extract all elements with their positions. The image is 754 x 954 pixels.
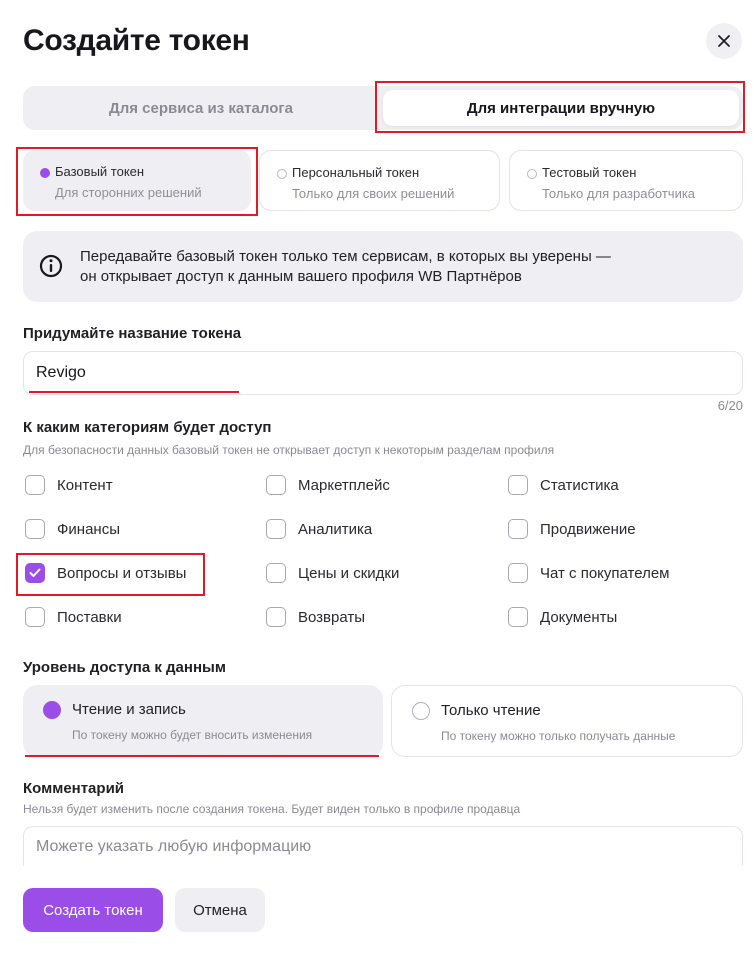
token-type-basic[interactable]: Базовый токен Для сторонних решений [23,150,251,211]
category-supplies[interactable]: Поставки [25,607,122,627]
category-questions-reviews[interactable]: Вопросы и отзывы [25,563,186,583]
category-statistics[interactable]: Статистика [508,475,619,495]
categories-label: К каким категориям будет доступ [23,419,272,436]
close-icon [718,35,730,47]
checkbox[interactable] [508,475,528,495]
tab-manual-integration[interactable]: Для интеграции вручную [383,90,739,126]
checkbox[interactable] [25,519,45,539]
scroll-fade [0,862,754,874]
checkbox[interactable] [266,519,286,539]
category-prices-discounts[interactable]: Цены и скидки [266,563,399,583]
token-type-title: Персональный токен [292,165,420,180]
token-name-label: Придумайте название токена [23,325,242,342]
radio-dot [527,169,537,179]
category-analytics[interactable]: Аналитика [266,519,372,539]
access-read-only[interactable]: Только чтение По токену можно только пол… [391,685,743,757]
access-level-label: Уровень доступа к данным [23,659,226,676]
category-marketplace[interactable]: Маркетплейс [266,475,390,495]
tab-catalog-service[interactable]: Для сервиса из каталога [27,90,375,126]
checkbox[interactable] [266,475,286,495]
token-type-subtitle: Для сторонних решений [55,185,202,200]
radio-dot-selected [40,168,50,178]
category-finance[interactable]: Финансы [25,519,120,539]
category-content[interactable]: Контент [25,475,113,495]
create-token-button[interactable]: Создать токен [23,888,163,932]
info-icon [39,254,63,278]
info-line-1: Передавайте базовый токен только тем сер… [80,248,611,265]
dialog-title: Создайте токен [23,24,250,57]
token-type-title: Базовый токен [55,164,145,179]
checkbox-label: Статистика [540,476,619,494]
token-type-title: Тестовый токен [542,165,637,180]
checkbox-label: Финансы [57,520,120,538]
token-type-subtitle: Только для своих решений [292,186,455,201]
checkbox[interactable] [266,563,286,583]
access-read-write[interactable]: Чтение и запись По токену можно будет вн… [23,685,383,757]
info-banner-text: Передавайте базовый токен только тем сер… [80,247,720,287]
access-option-title: Только чтение [441,702,541,719]
access-option-subtitle: По токену можно только получать данные [441,729,676,743]
categories-hint: Для безопасности данных базовый токен не… [23,443,555,457]
checkbox[interactable] [25,607,45,627]
access-option-subtitle: По токену можно будет вносить изменения [72,728,313,742]
checkbox-label: Вопросы и отзывы [57,564,187,582]
checkbox-label: Аналитика [298,520,373,538]
checkbox-label: Цены и скидки [298,564,400,582]
checkbox[interactable] [508,519,528,539]
category-documents[interactable]: Документы [508,607,617,627]
checkbox-label: Контент [57,476,113,494]
info-line-2: он открывает доступ к данным вашего проф… [80,268,522,285]
info-banner: Передавайте базовый токен только тем сер… [23,231,743,302]
checkbox[interactable] [508,563,528,583]
token-type-personal[interactable]: Персональный токен Только для своих реше… [259,150,500,211]
checkbox[interactable] [25,475,45,495]
char-counter: 6/20 [717,398,743,413]
radio-dot [277,169,287,179]
checkbox-label: Чат с покупателем [540,564,670,582]
token-type-test[interactable]: Тестовый токен Только для разработчика [509,150,743,211]
checkbox-label: Продвижение [540,520,636,538]
cancel-button[interactable]: Отмена [175,888,265,932]
category-buyer-chat[interactable]: Чат с покупателем [508,563,670,583]
comment-hint: Нельзя будет изменить после создания ток… [23,802,521,816]
checkbox-label: Возвраты [298,608,366,626]
category-promotion[interactable]: Продвижение [508,519,636,539]
checkbox[interactable] [266,607,286,627]
checkbox-checked[interactable] [25,563,45,583]
radio [412,702,430,720]
source-segmented-control: Для сервиса из каталога Для интеграции в… [23,86,743,130]
check-icon [29,568,41,577]
checkbox-label: Поставки [57,608,122,626]
checkbox[interactable] [508,607,528,627]
token-type-subtitle: Только для разработчика [542,186,696,201]
comment-label: Комментарий [23,780,125,797]
checkbox-label: Документы [540,608,618,626]
checkbox-label: Маркетплейс [298,476,390,494]
access-option-title: Чтение и запись [72,701,186,718]
token-name-input[interactable] [23,351,743,395]
close-button[interactable] [706,23,742,59]
radio-selected [43,701,61,719]
category-returns[interactable]: Возвраты [266,607,365,627]
comment-input[interactable] [23,826,743,866]
